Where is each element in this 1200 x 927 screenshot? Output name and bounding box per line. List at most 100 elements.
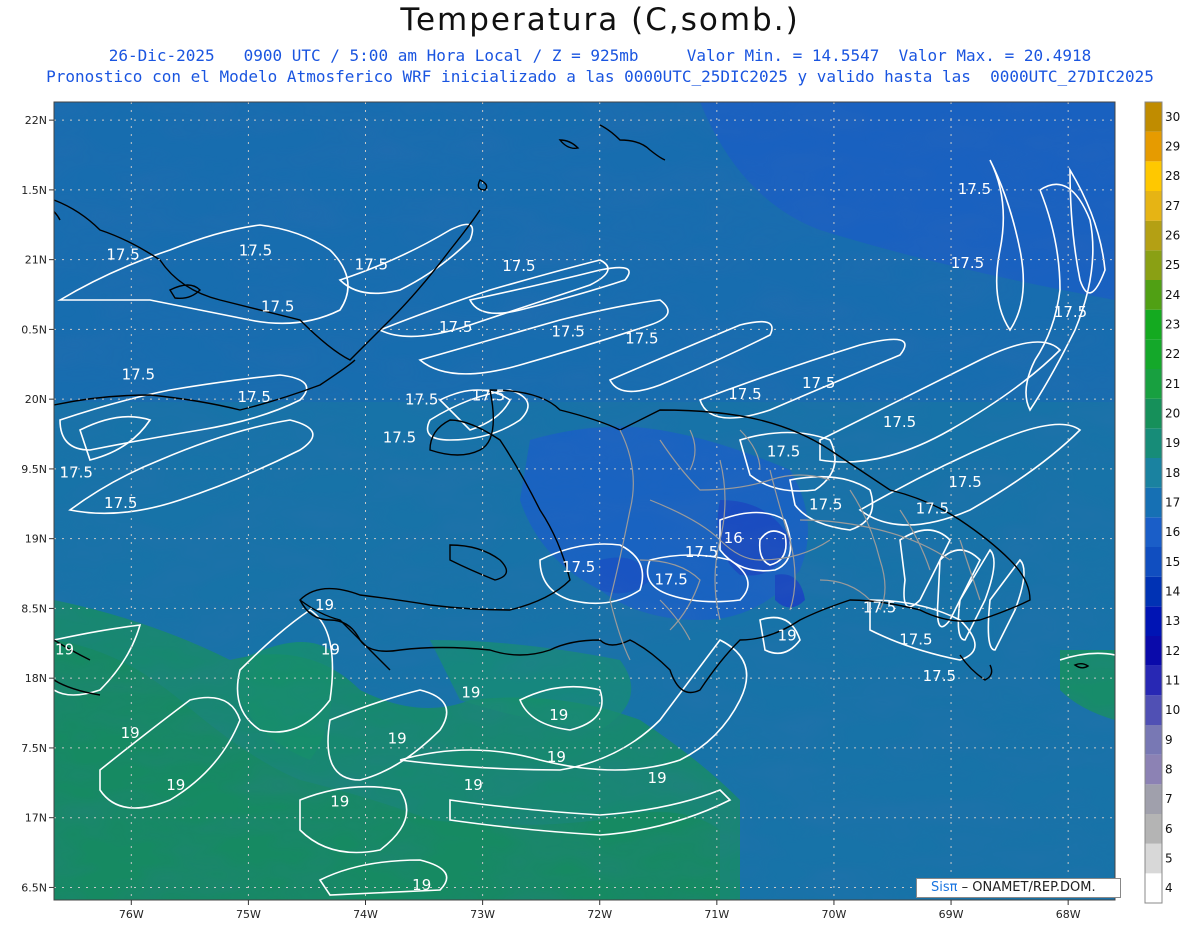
contour-label: 19 [547,748,566,766]
contour-label: 17.5 [383,428,416,446]
colorbar-swatch [1145,517,1162,547]
colorbar-swatch [1145,547,1162,577]
colorbar-label: 9 [1165,733,1173,747]
lon-tick-label: 73W [470,908,495,921]
colorbar-swatch [1145,250,1162,280]
colorbar-swatch [1145,369,1162,399]
colorbar-label: 27 [1165,199,1180,213]
colorbar-label: 7 [1165,792,1173,806]
contour-label: 19 [464,776,483,794]
lat-tick-label: 17N [25,812,47,825]
contour-label: 17.5 [1054,303,1087,321]
contour-label: 17.5 [948,473,981,491]
colorbar-swatch [1145,784,1162,814]
contour-label: 17.5 [472,387,505,405]
contour-label: 17.5 [625,329,658,347]
contour-label: 17.5 [767,442,800,460]
colorbar-label: 25 [1165,258,1180,272]
colorbar-label: 24 [1165,288,1180,302]
contour-label: 17.5 [104,494,137,512]
temperature-map: 22N 1.5N 21N 0.5N 20N 9.5N 19N 8.5N 18N 7.5N 17N 6.… [21,101,1180,921]
colorbar-swatch [1145,695,1162,725]
colorbar-swatch [1145,843,1162,874]
colorbar-label: 16 [1165,525,1180,539]
lat-tick-label: 7.5N [21,742,47,755]
contour-label: 16 [724,529,743,547]
colorbar-label: 21 [1165,377,1180,391]
colorbar-swatch [1145,873,1162,903]
contour-label: 17.5 [899,631,932,649]
colorbar-swatch [1145,725,1162,755]
contour-label: 19 [330,793,349,811]
colorbar-label: 23 [1165,318,1180,332]
lon-tick-label: 72W [587,908,612,921]
colorbar-swatch [1145,280,1162,310]
contour-label: 17.5 [439,318,472,336]
contour-label: 17.5 [809,495,842,513]
colorbar-swatch [1145,487,1162,518]
colorbar-label: 14 [1165,585,1180,599]
colorbar-swatch [1145,636,1162,666]
colorbar-label: 15 [1165,555,1180,569]
lat-axis: 22N 1.5N 21N 0.5N 20N 9.5N 19N 8.5N 18N 7.5N 17N 6.… [21,114,54,894]
contour-label: 17.5 [951,254,984,272]
contour-label: 17.5 [355,255,388,273]
contour-label: 17.5 [122,366,155,384]
colorbar-swatch [1145,102,1162,132]
contour-label: 17.5 [863,599,896,617]
colorbar-swatch [1145,428,1162,458]
lat-tick-label: 20N [25,393,47,406]
colorbar: 4 5 6 7 8 9 10 11 12 13 14 15 16 17 18 19 20 21 22 23 24 25 26… [1144,101,1180,904]
colorbar-label: 29 [1165,140,1180,154]
colorbar-swatch [1145,131,1162,162]
contour-label: 17.5 [238,388,271,406]
lat-tick-label: 9.5N [21,463,47,476]
colorbar-label: 28 [1165,169,1180,183]
colorbar-swatch [1145,576,1162,607]
contour-label: 17.5 [239,241,272,259]
colorbar-label: 11 [1165,674,1180,688]
colorbar-swatch [1145,309,1162,340]
credit-text: – ONAMET/REP.DOM. [957,880,1096,895]
lat-tick-label: 18N [25,672,47,685]
colorbar-label: 5 [1165,852,1173,866]
colorbar-label: 19 [1165,436,1180,450]
lat-tick-label: 22N [25,114,47,127]
lat-tick-label: 19N [25,533,47,546]
contour-label: 19 [55,640,74,658]
lat-tick-label: 1.5N [21,184,47,197]
contour-label: 17.5 [923,667,956,685]
colorbar-swatch [1145,398,1162,429]
lon-tick-label: 76W [119,908,144,921]
colorbar-swatch [1145,665,1162,696]
lon-tick-label: 68W [1056,908,1081,921]
contour-label: 19 [648,769,667,787]
contour-label: 19 [315,596,334,614]
colorbar-label: 17 [1165,496,1180,510]
contour-label: 19 [166,776,185,794]
contour-label: 19 [121,724,140,742]
lon-tick-label: 69W [939,908,964,921]
colorbar-swatch [1145,458,1162,488]
contour-label: 19 [412,876,431,894]
lon-tick-label: 74W [353,908,378,921]
colorbar-label: 6 [1165,822,1173,836]
contour-label: 17.5 [802,374,835,392]
contour-label: 17.5 [685,543,718,561]
lat-tick-label: 21N [25,254,47,267]
colorbar-swatch [1145,220,1162,251]
lat-tick-label: 8.5N [21,602,47,615]
contour-label: 19 [388,730,407,748]
contour-label: 19 [778,627,797,645]
colorbar-label: 13 [1165,614,1180,628]
contour-label: 17.5 [502,257,535,275]
credit-box: Sisπ – ONAMET/REP.DOM. [916,878,1121,898]
colorbar-swatch [1145,814,1162,844]
colorbar-label: 8 [1165,763,1173,777]
contour-label: 17.5 [728,385,761,403]
colorbar-swatch [1145,339,1162,369]
lon-tick-label: 75W [236,908,261,921]
colorbar-label: 30 [1165,110,1180,124]
colorbar-label: 12 [1165,644,1180,658]
lon-axis: 76W 75W 74W 73W 72W 71W 70W 69W 68W [119,900,1081,921]
